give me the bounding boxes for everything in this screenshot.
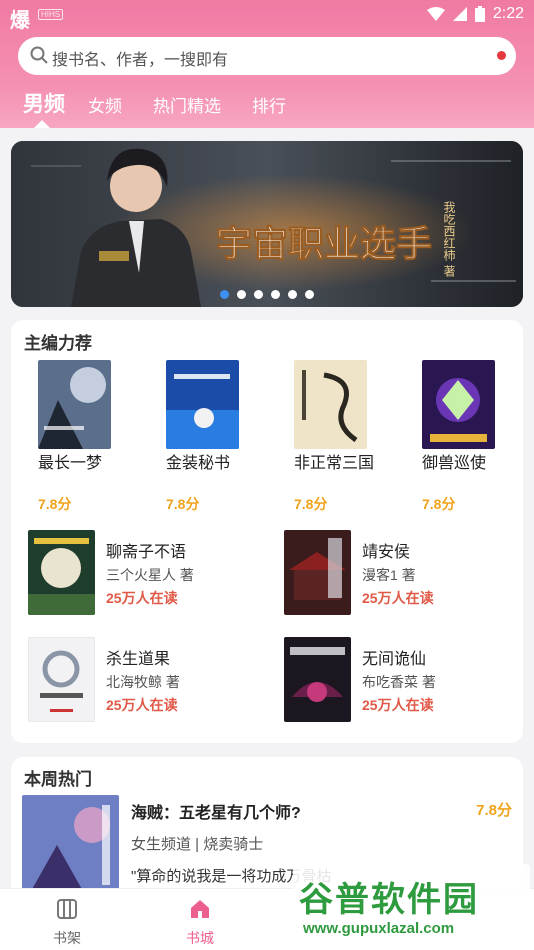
signal-icon: [452, 7, 467, 21]
battery-icon: [474, 6, 485, 22]
book-title[interactable]: 靖安侯: [362, 538, 410, 562]
tab-female[interactable]: 女频: [88, 92, 122, 117]
watermark: 谷普软件园 www.gupuxlazal.com: [293, 864, 530, 946]
section-title: 本周热门: [24, 770, 92, 789]
list-book-item[interactable]: 靖安侯 漫客1 著 25万人在读: [284, 530, 524, 616]
book-title[interactable]: 最长一梦: [38, 454, 138, 473]
book-title[interactable]: 无间诡仙: [362, 645, 426, 669]
carousel-dot[interactable]: [288, 290, 297, 299]
tab-ranking[interactable]: 排行: [252, 92, 286, 117]
book-title[interactable]: 御兽巡使: [422, 454, 522, 473]
book-title[interactable]: 杀生道果: [106, 645, 170, 669]
editor-picks-section: 主编力荐 最长一梦 7.8分 金装秘书 7.8分 非正常三国 7.8分 御兽巡使…: [11, 320, 523, 743]
search-bar[interactable]: 搜书名、作者，一搜即有: [18, 37, 516, 75]
notification-dot: [497, 51, 506, 60]
tab-male[interactable]: 男频: [23, 88, 65, 118]
carousel-dot[interactable]: [305, 290, 314, 299]
list-book-item[interactable]: 杀生道果 北海牧鲸 著 25万人在读: [28, 637, 268, 723]
book-cover[interactable]: [284, 637, 351, 722]
carousel-dots: [11, 290, 523, 299]
book-cover[interactable]: [38, 360, 111, 449]
book-title[interactable]: 海贼：五老星有几个师?: [131, 799, 301, 823]
book-author: 漫客1 著: [362, 567, 416, 583]
nav-bookstore[interactable]: 书城: [170, 897, 230, 948]
tab-hot-picks[interactable]: 热门精选: [153, 92, 221, 117]
home-icon: [191, 900, 209, 918]
banner-author: 我吃西红柿 著: [442, 201, 456, 278]
book-author: 北海牧鲸 著: [106, 674, 180, 690]
active-tab-indicator: [34, 120, 50, 128]
carousel-dot[interactable]: [220, 290, 229, 299]
book-score: 7.8分: [422, 496, 456, 512]
banner-artwork: 宇宙职业选手 我吃西红柿 著: [11, 141, 523, 307]
book-score: 7.8分: [476, 802, 512, 819]
search-icon: [30, 46, 48, 64]
book-readers: 25万人在读: [362, 697, 434, 713]
book-readers: 25万人在读: [362, 590, 434, 606]
nav-bookshelf[interactable]: 书架: [37, 897, 97, 948]
book-title[interactable]: 聊斋子不语: [106, 538, 186, 562]
header: 爆 HIHS 2:22 搜书名、作者，一搜即有 男频 女频 热门精选 排行: [0, 0, 534, 128]
book-cover[interactable]: [28, 637, 95, 722]
section-title: 主编力荐: [24, 334, 92, 353]
list-book-item[interactable]: 无间诡仙 布吃香菜 著 25万人在读: [284, 637, 524, 723]
book-cover[interactable]: [284, 530, 351, 615]
wifi-icon: [426, 7, 445, 21]
book-readers: 25万人在读: [106, 697, 178, 713]
bookshelf-icon: [57, 899, 77, 919]
app-status-glyph: 爆: [10, 10, 31, 32]
grid-book-card[interactable]: 金装秘书 7.8分: [166, 360, 266, 512]
nav-label: 书城: [186, 930, 214, 946]
book-readers: 25万人在读: [106, 590, 178, 606]
book-cover[interactable]: [166, 360, 239, 449]
carousel-dot[interactable]: [237, 290, 246, 299]
book-meta: 女生频道 | 烧卖骑士: [131, 836, 264, 853]
carousel-dot[interactable]: [271, 290, 280, 299]
book-author: 三个火星人 著: [106, 567, 194, 583]
book-title[interactable]: 金装秘书: [166, 454, 266, 473]
book-score: 7.8分: [38, 496, 72, 512]
status-time: 2:22: [492, 5, 524, 22]
list-book-item[interactable]: 聊斋子不语 三个火星人 著 25万人在读: [28, 530, 268, 616]
grid-book-card[interactable]: 最长一梦 7.8分: [38, 360, 138, 512]
nav-label: 书架: [53, 930, 81, 946]
grid-book-card[interactable]: 御兽巡使 7.8分: [422, 360, 522, 512]
book-score: 7.8分: [166, 496, 200, 512]
book-cover[interactable]: [28, 530, 95, 615]
watermark-url: www.gupuxlazal.com: [303, 920, 455, 937]
banner-title: 宇宙职业选手: [216, 224, 432, 265]
book-cover[interactable]: [294, 360, 367, 449]
book-title[interactable]: 非正常三国: [294, 454, 394, 473]
promo-banner[interactable]: 宇宙职业选手 我吃西红柿 著: [11, 141, 523, 307]
book-cover[interactable]: [422, 360, 495, 449]
carousel-dot[interactable]: [254, 290, 263, 299]
grid-book-card[interactable]: 非正常三国 7.8分: [294, 360, 394, 512]
channel-tabs: 男频 女频 热门精选 排行: [0, 86, 534, 128]
watermark-text: 谷普软件园: [299, 881, 479, 919]
book-author: 布吃香菜 著: [362, 674, 436, 690]
status-badge: HIHS: [38, 9, 64, 20]
status-bar: 爆 HIHS 2:22: [0, 0, 534, 32]
search-input[interactable]: 搜书名、作者，一搜即有: [52, 46, 228, 70]
book-score: 7.8分: [294, 496, 328, 512]
